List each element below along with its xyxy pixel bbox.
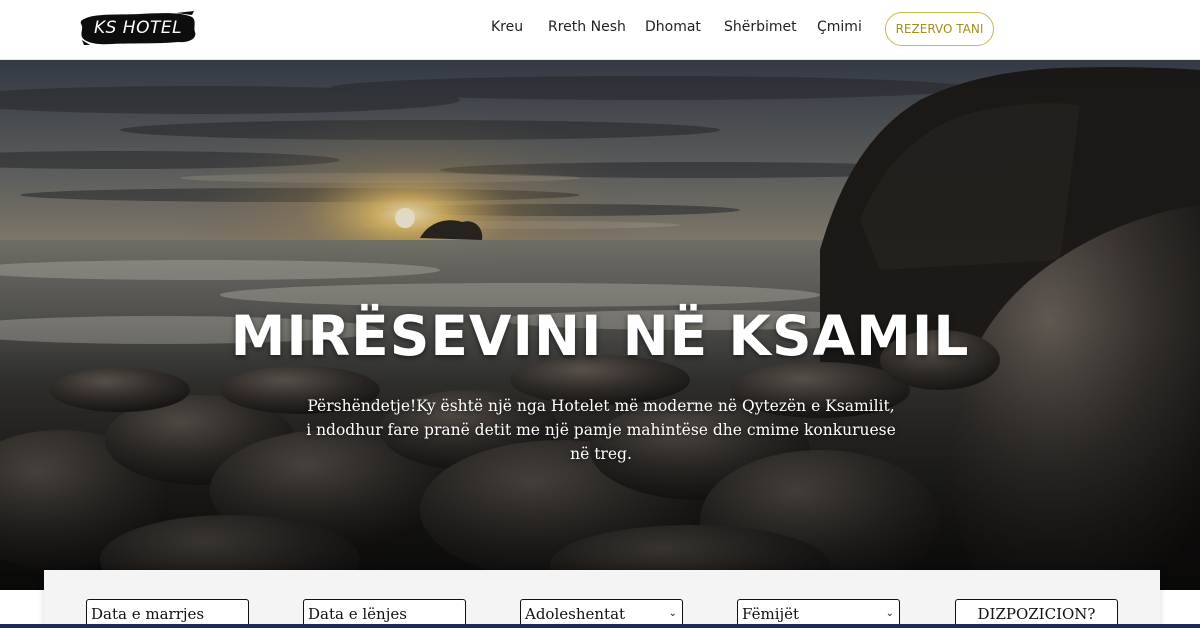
nav-link-cmimi[interactable]: Çmimi: [817, 19, 862, 35]
bottom-edge-bar: [0, 624, 1200, 628]
nav-link-dhomat[interactable]: Dhomat: [645, 19, 701, 35]
chevron-down-icon: ⌄: [668, 608, 677, 619]
checkin-placeholder: Data e marrjes: [91, 605, 205, 623]
chevron-down-icon: ⌄: [885, 608, 894, 619]
site-header: KS HOTEL Kreu Rreth Nesh Dhomat Shërbime…: [0, 0, 1200, 60]
booking-form: Data e marrjes Data e lënjes Adoleshenta…: [44, 570, 1160, 628]
nav-link-rreth-nesh[interactable]: Rreth Nesh: [548, 19, 626, 35]
nav-link-sherbimet[interactable]: Shërbimet: [724, 19, 797, 35]
hero-section: MIRËSEVINI NË KSAMIL Përshëndetje!Ky ësh…: [0, 60, 1200, 590]
book-now-button[interactable]: REZERVO TANI: [885, 12, 994, 46]
hero-subtitle: Përshëndetje!Ky është një nga Hotelet më…: [306, 397, 896, 463]
checkout-placeholder: Data e lënjes: [308, 605, 407, 623]
children-select-value: Fëmijët: [742, 605, 800, 623]
nav-link-kreu[interactable]: Kreu: [491, 19, 523, 35]
adults-select-value: Adoleshentat: [525, 605, 626, 623]
hero-title: MIRËSEVINI NË KSAMIL: [230, 304, 970, 368]
main-nav: Kreu Rreth Nesh Dhomat Shërbimet Çmimi: [0, 0, 1200, 60]
